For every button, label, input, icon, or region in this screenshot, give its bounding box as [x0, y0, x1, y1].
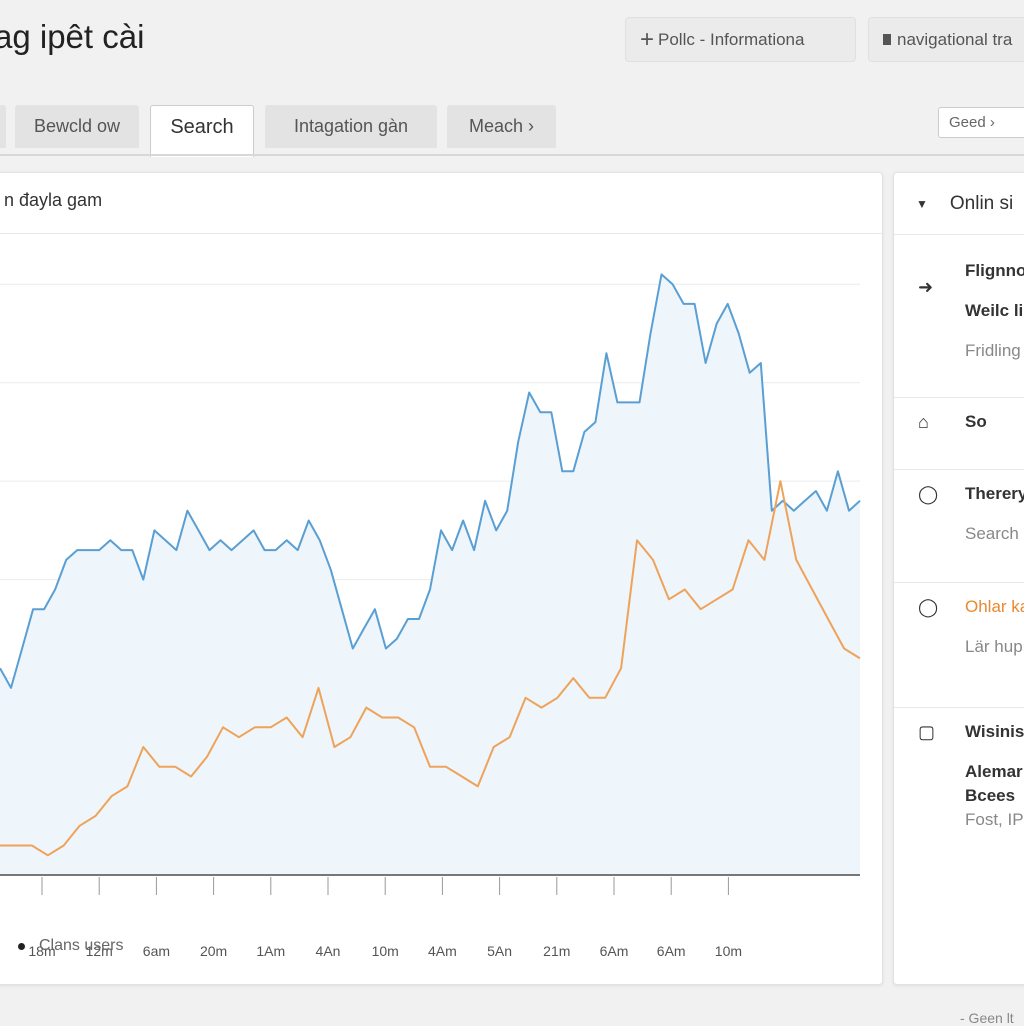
- sidebar-item-text: Wisinisi: [965, 722, 1024, 741]
- navigational-button[interactable]: navigational tra: [868, 17, 1024, 62]
- tab-divider: [0, 154, 1024, 156]
- speaker-icon: ➜: [918, 277, 934, 297]
- sidebar-item[interactable]: ◯ Ohlar ka Lär hup: [894, 583, 1024, 708]
- online-sidebar: ▼ Onlin si ➜ Flignno Weilc li Fridling ⌂ So ◯ Th…: [893, 172, 1024, 985]
- chevron-down-icon: ▼: [916, 196, 928, 211]
- sidebar-item[interactable]: ➜ Flignno Weilc li Fridling: [894, 235, 1024, 398]
- sidebar-item-text: Alemar: [965, 762, 1023, 781]
- x-tick-label: 6Am: [657, 943, 686, 959]
- x-tick-label: 10m: [372, 943, 399, 959]
- line-chart: 18m 12m 6am 20m 1Am 4An 10m 4Am 5An 21m 6Am 6Am 10m: [0, 273, 861, 959]
- tab-intagation[interactable]: Intagation gàn: [265, 105, 437, 148]
- sidebar-item-text: Weilc li: [965, 301, 1024, 320]
- sidebar-item-text: Ohlar ka: [965, 597, 1024, 616]
- x-tick-label: 6Am: [600, 943, 629, 959]
- x-tick-label: 20m: [200, 943, 227, 959]
- sidebar-item-text: Bcees: [965, 786, 1016, 805]
- sidebar-item-text: Fost, IP: [965, 810, 1024, 829]
- chat-icon: ▢: [918, 722, 936, 742]
- policy-information-button[interactable]: + Pollc - Informationa: [625, 17, 856, 62]
- tab-bewcld[interactable]: Bewcld ow: [15, 105, 139, 148]
- sidebar-item[interactable]: ◯ Thereryi Search: [894, 470, 1024, 583]
- sidebar-item[interactable]: ⌂ So: [894, 398, 1024, 470]
- sidebar-item-text: Thereryi: [965, 484, 1024, 503]
- chart-legend: Clans users: [18, 937, 123, 955]
- chart-panel-title: n đayla gam: [4, 190, 103, 210]
- legend-label: Clans users: [39, 937, 124, 954]
- x-tick-label: 21m: [543, 943, 570, 959]
- bell-icon: ⌂: [918, 412, 929, 432]
- sidebar-item-text: Lär hup: [965, 637, 1023, 656]
- legend-dot-icon: [18, 942, 25, 950]
- ring-icon: ◯: [918, 597, 939, 617]
- x-tick-label: 5An: [487, 943, 512, 959]
- x-tick-label: 1Am: [256, 943, 285, 959]
- x-tick-label: 4Am: [428, 943, 457, 959]
- sidebar-item-text: Fridling: [965, 341, 1021, 360]
- divider: [0, 233, 882, 234]
- sidebar-header[interactable]: ▼ Onlin si: [894, 173, 1024, 235]
- page-title: ag ipêt cài: [0, 18, 145, 55]
- doc-icon: [883, 34, 891, 45]
- sidebar-item-text: Flignno: [965, 261, 1024, 280]
- plus-icon: +: [640, 25, 655, 53]
- sidebar-item-text: So: [965, 412, 987, 431]
- x-tick-label: 4An: [316, 943, 341, 959]
- sidebar-item[interactable]: ▢ Wisinisi Alemar Bcees Fost, IP: [894, 708, 1024, 984]
- sidebar-item-text: Search: [965, 524, 1019, 543]
- tab-search[interactable]: Search: [150, 105, 254, 157]
- tab-meach[interactable]: Meach ›: [447, 105, 556, 148]
- tab-0[interactable]: [0, 105, 6, 148]
- x-tick-label: 6am: [143, 943, 170, 959]
- x-tick-label: 10m: [715, 943, 742, 959]
- ring-icon: ◯: [918, 484, 939, 504]
- filter-select[interactable]: Geed ›: [938, 107, 1024, 138]
